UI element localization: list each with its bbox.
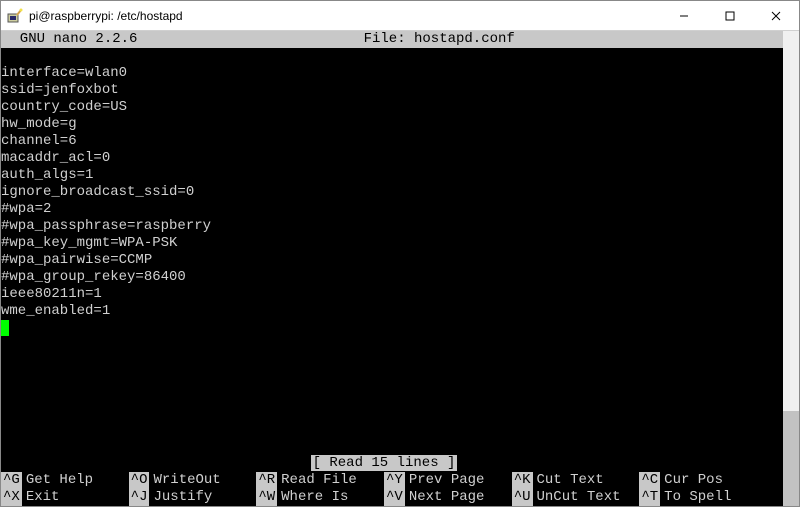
editor-line: hw_mode=g xyxy=(1,116,783,133)
shortcut-bar: ^GGet Help^OWriteOut^RRead File^YPrev Pa… xyxy=(1,472,767,506)
editor-line: #wpa_key_mgmt=WPA-PSK xyxy=(1,235,783,252)
shortcut-label: Read File xyxy=(281,472,357,489)
shortcut-prev-page[interactable]: ^YPrev Page xyxy=(384,472,512,489)
minimize-button[interactable] xyxy=(661,1,707,30)
shortcut-key: ^J xyxy=(129,489,150,506)
shortcut-key: ^Y xyxy=(384,472,405,489)
window-titlebar[interactable]: pi@raspberrypi: /etc/hostapd xyxy=(1,1,799,31)
shortcut-key: ^O xyxy=(129,472,150,489)
nano-file-label: File: hostapd.conf xyxy=(137,31,741,48)
shortcut-writeout[interactable]: ^OWriteOut xyxy=(129,472,257,489)
cursor xyxy=(1,320,9,336)
shortcut-key: ^G xyxy=(1,472,22,489)
putty-icon xyxy=(7,8,23,24)
shortcut-label: Prev Page xyxy=(409,472,485,489)
cursor-line xyxy=(1,320,783,337)
terminal[interactable]: GNU nano 2.2.6 File: hostapd.conf interf… xyxy=(1,31,799,506)
shortcut-uncut-text[interactable]: ^UUnCut Text xyxy=(512,489,640,506)
editor-line: #wpa_group_rekey=86400 xyxy=(1,269,783,286)
shortcut-label: Exit xyxy=(26,489,60,506)
editor-line: #wpa=2 xyxy=(1,201,783,218)
close-button[interactable] xyxy=(753,1,799,30)
shortcut-cut-text[interactable]: ^KCut Text xyxy=(512,472,640,489)
editor-line: channel=6 xyxy=(1,133,783,150)
shortcut-get-help[interactable]: ^GGet Help xyxy=(1,472,129,489)
editor-line: wme_enabled=1 xyxy=(1,303,783,320)
nano-program: GNU nano 2.2.6 xyxy=(3,31,137,48)
shortcut-next-page[interactable]: ^VNext Page xyxy=(384,489,512,506)
shortcut-justify[interactable]: ^JJustify xyxy=(129,489,257,506)
shortcut-key: ^W xyxy=(256,489,277,506)
shortcut-row-1: ^GGet Help^OWriteOut^RRead File^YPrev Pa… xyxy=(1,472,767,489)
shortcut-label: Get Help xyxy=(26,472,93,489)
shortcut-read-file[interactable]: ^RRead File xyxy=(256,472,384,489)
shortcut-label: Cur Pos xyxy=(664,472,723,489)
scroll-thumb[interactable] xyxy=(783,411,799,506)
shortcut-label: UnCut Text xyxy=(537,489,621,506)
window-frame: pi@raspberrypi: /etc/hostapd GNU nano 2.… xyxy=(0,0,800,507)
shortcut-key: ^V xyxy=(384,489,405,506)
shortcut-cur-pos[interactable]: ^CCur Pos xyxy=(639,472,767,489)
shortcut-exit[interactable]: ^XExit xyxy=(1,489,129,506)
editor-content[interactable]: interface=wlan0ssid=jenfoxbotcountry_cod… xyxy=(1,65,783,337)
editor-line: ieee80211n=1 xyxy=(1,286,783,303)
shortcut-to-spell[interactable]: ^TTo Spell xyxy=(639,489,767,506)
status-line: [ Read 15 lines ] xyxy=(1,455,767,472)
shortcut-label: Next Page xyxy=(409,489,485,506)
shortcut-label: Where Is xyxy=(281,489,348,506)
shortcut-row-2: ^XExit^JJustify^WWhere Is^VNext Page^UUn… xyxy=(1,489,767,506)
shortcut-key: ^U xyxy=(512,489,533,506)
maximize-button[interactable] xyxy=(707,1,753,30)
editor-line: ignore_broadcast_ssid=0 xyxy=(1,184,783,201)
editor-line: #wpa_pairwise=CCMP xyxy=(1,252,783,269)
editor-line: country_code=US xyxy=(1,99,783,116)
editor-line: auth_algs=1 xyxy=(1,167,783,184)
window-buttons xyxy=(661,1,799,30)
scrollbar[interactable] xyxy=(783,31,799,506)
status-text: [ Read 15 lines ] xyxy=(311,455,458,471)
shortcut-key: ^C xyxy=(639,472,660,489)
editor-line: interface=wlan0 xyxy=(1,65,783,82)
editor-line: ssid=jenfoxbot xyxy=(1,82,783,99)
shortcut-label: Justify xyxy=(153,489,212,506)
shortcut-label: To Spell xyxy=(664,489,731,506)
shortcut-key: ^R xyxy=(256,472,277,489)
shortcut-key: ^K xyxy=(512,472,533,489)
editor-line: #wpa_passphrase=raspberry xyxy=(1,218,783,235)
shortcut-key: ^T xyxy=(639,489,660,506)
shortcut-where-is[interactable]: ^WWhere Is xyxy=(256,489,384,506)
shortcut-key: ^X xyxy=(1,489,22,506)
window-title: pi@raspberrypi: /etc/hostapd xyxy=(29,9,661,23)
editor-line: macaddr_acl=0 xyxy=(1,150,783,167)
shortcut-label: WriteOut xyxy=(153,472,220,489)
nano-titlebar: GNU nano 2.2.6 File: hostapd.conf xyxy=(1,31,783,48)
shortcut-label: Cut Text xyxy=(537,472,604,489)
